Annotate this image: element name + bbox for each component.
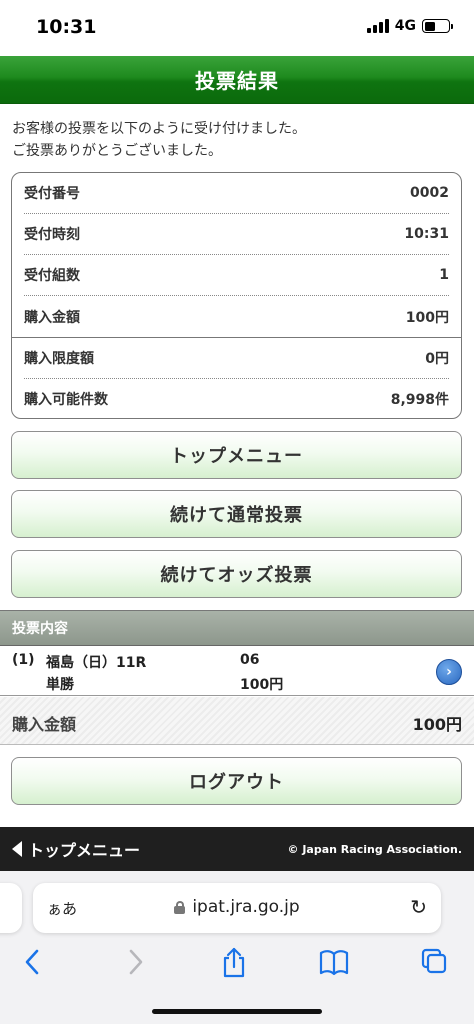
receipt-value: 8,998件	[390, 391, 449, 408]
tabs-icon[interactable]	[420, 947, 448, 977]
status-indicators: 4G	[366, 18, 453, 34]
bookmarks-icon[interactable]	[318, 947, 350, 977]
browser-chrome: ぁあ ipat.jra.go.jp ↻	[0, 871, 474, 1024]
page-header: 投票結果	[0, 56, 474, 104]
network-type: 4G	[394, 18, 416, 34]
vote-race: 福島（日）11R	[46, 655, 147, 671]
back-triangle-icon	[12, 841, 22, 857]
top-menu-button[interactable]: トップメニュー	[11, 431, 462, 479]
receipt-row-available: 購入可能件数 8,998件	[24, 378, 449, 419]
chevron-right-icon[interactable]: ›	[436, 659, 462, 685]
copyright: © Japan Racing Association.	[287, 842, 463, 856]
vote-amount: 100円	[240, 677, 284, 693]
receipt-label: 受付組数	[24, 268, 80, 284]
receipt-value: 10:31	[404, 226, 449, 242]
receipt-label: 購入限度額	[24, 351, 94, 367]
receipt-label: 受付番号	[24, 186, 80, 202]
receipt-value: 100円	[405, 309, 449, 326]
browser-toolbar	[0, 945, 474, 981]
forward-icon[interactable]	[124, 947, 146, 977]
receipt-row-amount: 購入金額 100円	[24, 296, 449, 337]
receipt-row-limit: 購入限度額 0円	[24, 338, 449, 379]
lock-icon	[174, 900, 186, 914]
continue-odds-vote-button[interactable]: 続けてオッズ投票	[11, 550, 462, 598]
total-value: 100円	[412, 715, 462, 734]
intro-line-1: お客様の投票を以下のように受け付けました。	[12, 121, 306, 137]
vote-contents-heading: 投票内容	[0, 610, 474, 646]
receipt-row-time: 受付時刻 10:31	[24, 214, 449, 255]
intro-line-2: ご投票ありがとうございました。	[12, 143, 222, 159]
total-label: 購入金額	[12, 715, 77, 734]
home-indicator	[152, 1009, 322, 1014]
receipt-value: 0002	[410, 185, 449, 201]
page-title: 投票結果	[195, 69, 279, 93]
receipt-label: 受付時刻	[24, 227, 80, 243]
total-amount-bar: 購入金額 100円	[0, 697, 474, 745]
receipt-row-count: 受付組数 1	[24, 255, 449, 296]
footer-top-menu-label: トップメニュー	[28, 841, 141, 860]
receipt-value: 1	[439, 267, 449, 283]
url-display[interactable]: ipat.jra.go.jp	[33, 897, 441, 917]
receipt-value: 0円	[425, 351, 449, 367]
status-bar: 10:31 4G	[0, 0, 474, 56]
vote-item[interactable]: (1) 福島（日）11R 単勝 06 100円 ›	[0, 646, 474, 696]
page-footer: トップメニュー © Japan Racing Association.	[0, 827, 474, 871]
continue-normal-vote-button[interactable]: 続けて通常投票	[11, 490, 462, 538]
receipt-row-number: 受付番号 0002	[24, 173, 449, 214]
vote-horse-number: 06	[240, 652, 260, 668]
receipt-box: 受付番号 0002 受付時刻 10:31 受付組数 1 購入金額 100円 購入…	[11, 172, 462, 419]
reload-icon[interactable]: ↻	[410, 895, 427, 919]
signal-icon	[366, 19, 389, 33]
battery-icon	[422, 19, 453, 33]
receipt-label: 購入金額	[24, 309, 80, 326]
section-title: 投票内容	[12, 621, 68, 637]
previous-tab-preview[interactable]	[0, 883, 22, 933]
address-bar[interactable]: ぁあ ipat.jra.go.jp ↻	[33, 883, 441, 933]
vote-bet-type: 単勝	[46, 677, 74, 693]
url-text: ipat.jra.go.jp	[192, 897, 300, 917]
logout-button[interactable]: ログアウト	[11, 757, 462, 805]
receipt-label: 購入可能件数	[24, 391, 108, 408]
footer-top-menu-link[interactable]: トップメニュー	[12, 837, 140, 861]
back-icon[interactable]	[22, 947, 44, 977]
intro-message: お客様の投票を以下のように受け付けました。 ご投票ありがとうございました。	[12, 118, 306, 162]
vote-index: (1)	[12, 652, 35, 668]
share-icon[interactable]	[220, 947, 248, 979]
status-time: 10:31	[36, 16, 97, 38]
